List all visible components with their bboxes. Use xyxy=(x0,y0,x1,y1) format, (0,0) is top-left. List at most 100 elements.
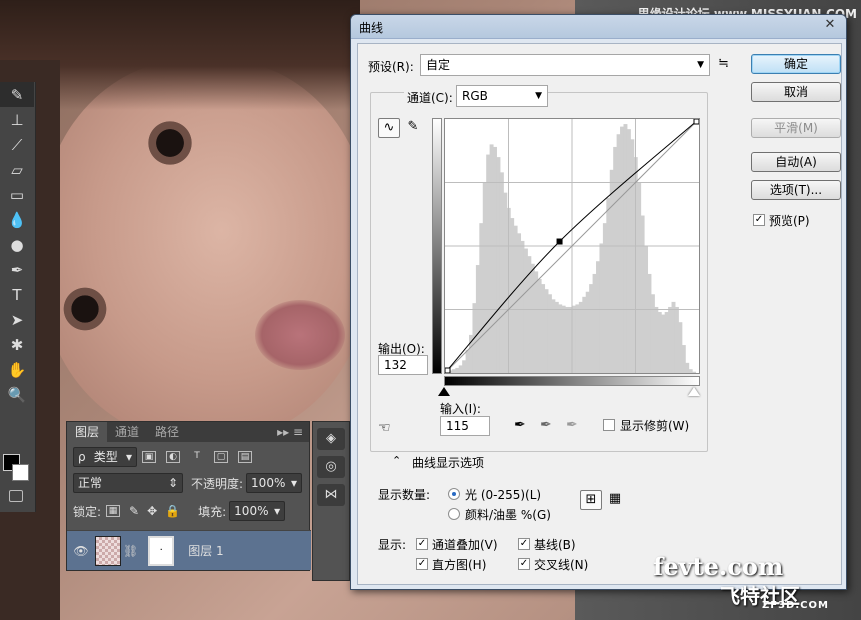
white-point-slider[interactable] xyxy=(688,387,700,396)
watermark-fevte: fevte.com xyxy=(653,552,784,581)
layer-thumbnail[interactable] xyxy=(95,535,121,566)
brush-tool-icon[interactable]: ✎ xyxy=(0,82,34,107)
layers-panel-tabs: 图层 通道 路径 ▸▸ ≡ xyxy=(67,422,309,442)
cancel-button[interactable]: 取消 xyxy=(751,82,841,102)
preview-checkbox[interactable]: ✓ xyxy=(753,214,765,226)
curve-display-options-label[interactable]: 曲线显示选项 xyxy=(412,454,484,471)
black-point-slider[interactable] xyxy=(438,387,450,396)
lock-transparent-icon[interactable]: ▦ xyxy=(106,505,121,517)
histogram-bar xyxy=(650,294,655,373)
close-icon[interactable]: ✕ xyxy=(822,18,838,34)
pencil-draw-tool-icon[interactable]: ✎ xyxy=(402,118,424,138)
black-eyedropper-icon[interactable]: ✒ xyxy=(514,417,526,433)
histogram-bar xyxy=(685,362,690,373)
dialog-title: 曲线 xyxy=(359,21,384,35)
filter-shape-icon[interactable]: ▢ xyxy=(214,451,228,463)
eye-upper xyxy=(140,118,200,168)
light-radio[interactable] xyxy=(448,488,460,500)
histogram-bar xyxy=(475,265,480,373)
channel-select[interactable]: RGB ▼ xyxy=(456,85,548,107)
filter-type-icon[interactable]: T xyxy=(190,451,204,463)
lock-position-icon[interactable]: ✥ xyxy=(147,504,157,518)
auto-button[interactable]: 自动(A) xyxy=(751,152,841,172)
eraser-tool-icon[interactable]: ▱ xyxy=(0,157,34,182)
filter-smart-object-icon[interactable]: ▤ xyxy=(238,451,252,463)
pigment-radio[interactable] xyxy=(448,508,460,520)
detailed-grid-icon[interactable]: ▦ xyxy=(604,490,626,510)
layer-name[interactable]: 图层 1 xyxy=(188,542,223,559)
curve-graph[interactable] xyxy=(444,118,700,374)
gray-eyedropper-icon[interactable]: ✒ xyxy=(540,417,552,433)
panel-menu-icon[interactable]: ▸▸ ≡ xyxy=(277,425,309,439)
tab-paths[interactable]: 路径 xyxy=(147,422,187,442)
smooth-button[interactable]: 平滑(M) xyxy=(751,118,841,138)
pen-tool-icon[interactable]: ✒ xyxy=(0,257,34,282)
histogram-checkbox[interactable]: ✓ xyxy=(416,558,428,570)
histogram-bar xyxy=(609,169,614,373)
background-color-swatch[interactable] xyxy=(12,464,29,481)
histogram-bar xyxy=(620,126,624,374)
histogram-bar xyxy=(647,273,652,373)
histogram-bar xyxy=(668,306,673,373)
chevron-down-icon: ▼ xyxy=(697,60,704,70)
lock-all-icon[interactable]: 🔒 xyxy=(165,504,180,518)
filter-pixel-icon[interactable]: ▣ xyxy=(142,451,156,463)
options-button[interactable]: 选项(T)... xyxy=(751,180,841,200)
filter-adjustment-icon[interactable]: ◐ xyxy=(166,451,180,463)
curve-svg[interactable] xyxy=(444,118,700,374)
blend-mode-select[interactable]: 正常 ⇕ xyxy=(73,473,183,493)
type-tool-icon[interactable]: T xyxy=(0,282,34,307)
histogram-bar xyxy=(640,215,645,373)
layers-dock-icon[interactable]: ◈ xyxy=(317,428,345,450)
curve-control-point[interactable] xyxy=(444,367,451,374)
link-icon[interactable]: ⛓ xyxy=(123,544,138,558)
channel-overlays-checkbox[interactable]: ✓ xyxy=(416,538,428,550)
input-label: 输入(I): xyxy=(440,402,481,416)
histogram-bar xyxy=(455,367,460,373)
path-selection-tool-icon[interactable]: ➤ xyxy=(0,307,34,332)
targeted-adjustment-icon[interactable]: ☜ xyxy=(378,420,391,436)
paths-dock-icon[interactable]: ⋈ xyxy=(317,484,345,506)
channels-dock-icon[interactable]: ◎ xyxy=(317,456,345,478)
preset-label: 预设(R): xyxy=(368,60,414,74)
layer-mask-thumbnail[interactable]: · xyxy=(148,535,175,566)
history-brush-tool-icon[interactable]: ⟋ xyxy=(0,132,34,157)
collapse-chevron-icon[interactable]: ⌃ xyxy=(392,454,401,467)
dodge-tool-icon[interactable]: ● xyxy=(0,232,34,257)
histogram-bar xyxy=(554,301,559,373)
intersection-line-checkbox[interactable]: ✓ xyxy=(518,558,530,570)
lock-image-icon[interactable]: ✎ xyxy=(129,504,139,518)
curve-control-point[interactable] xyxy=(693,118,700,125)
layer-row[interactable]: 👁 ⛓ · 图层 1 xyxy=(67,530,311,570)
side-dock: ◈ ◎ ⋈ xyxy=(312,421,350,581)
show-clipping-checkbox[interactable] xyxy=(603,419,615,431)
histogram-bar xyxy=(558,304,563,373)
fill-input[interactable]: 100% ▾ xyxy=(229,501,286,521)
dialog-titlebar[interactable]: 曲线 ✕ xyxy=(351,15,846,39)
output-field[interactable]: 132 xyxy=(378,355,428,375)
layer-filter-select[interactable]: ρ 类型 ▾ xyxy=(73,447,137,467)
custom-shape-tool-icon[interactable]: ✱ xyxy=(0,332,34,357)
curve-control-point[interactable] xyxy=(556,238,563,245)
show-clipping-label: 显示修剪(W) xyxy=(620,419,690,433)
baseline-checkbox[interactable]: ✓ xyxy=(518,538,530,550)
white-eyedropper-icon[interactable]: ✒ xyxy=(566,417,578,433)
blur-tool-icon[interactable]: 💧 xyxy=(0,207,34,232)
tab-channels[interactable]: 通道 xyxy=(107,422,147,442)
zoom-tool-icon[interactable]: 🔍 xyxy=(0,382,34,407)
gradient-tool-icon[interactable]: ▭ xyxy=(0,182,34,207)
histogram-bar xyxy=(585,291,590,373)
tab-layers[interactable]: 图层 xyxy=(67,422,108,442)
visibility-eye-icon[interactable]: 👁 xyxy=(67,544,95,558)
opacity-label: 不透明度: xyxy=(191,476,244,491)
simple-grid-icon[interactable]: ⊞ xyxy=(580,490,602,510)
preset-options-icon[interactable]: ≒ xyxy=(718,56,729,71)
clone-stamp-tool-icon[interactable]: ⊥ xyxy=(0,107,34,132)
opacity-input[interactable]: 100% ▾ xyxy=(246,473,303,493)
hand-tool-icon[interactable]: ✋ xyxy=(0,357,34,382)
curve-point-tool-icon[interactable]: ∿ xyxy=(378,118,400,138)
preset-select[interactable]: 自定 ▼ xyxy=(420,54,710,76)
input-field[interactable]: 115 xyxy=(440,416,490,436)
quick-mask-icon[interactable] xyxy=(9,490,23,502)
ok-button[interactable]: 确定 xyxy=(751,54,841,74)
